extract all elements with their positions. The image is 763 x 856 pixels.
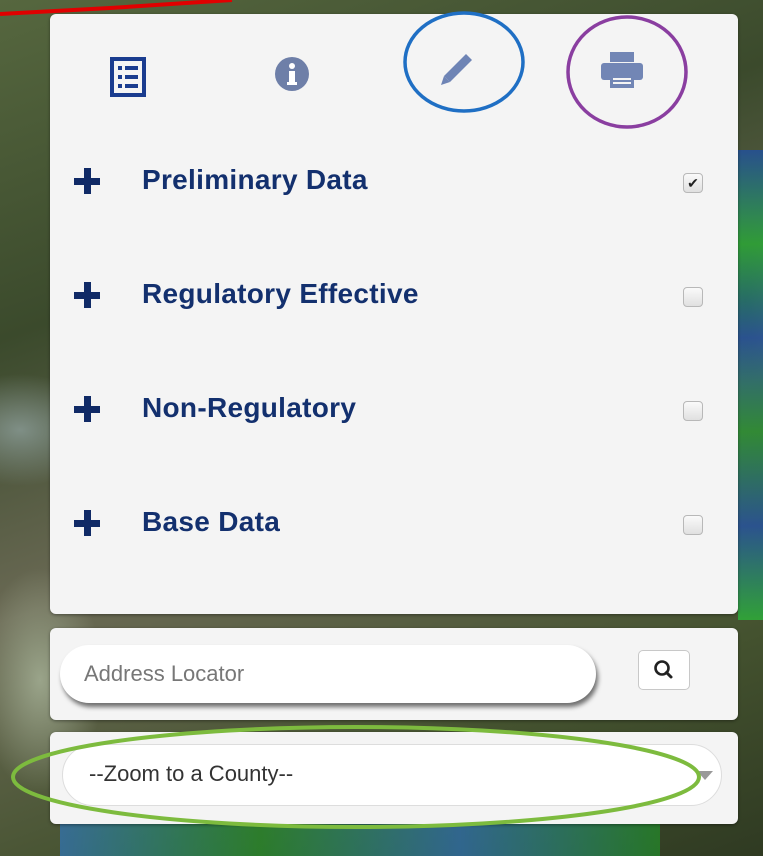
zoom-to-county-select[interactable]: --Zoom to a County-- bbox=[62, 744, 722, 806]
layer-row-base-data[interactable]: Base Data bbox=[50, 500, 738, 540]
layer-checkbox[interactable]: ✔ bbox=[683, 173, 703, 193]
layer-checkbox[interactable] bbox=[683, 401, 703, 421]
list-icon[interactable] bbox=[106, 52, 150, 102]
layer-checkbox[interactable] bbox=[683, 287, 703, 307]
layer-label[interactable]: Regulatory Effective bbox=[142, 278, 419, 310]
expand-plus-icon[interactable] bbox=[74, 510, 100, 536]
layer-label[interactable]: Non-Regulatory bbox=[142, 392, 356, 424]
search-button[interactable] bbox=[638, 650, 690, 690]
search-icon bbox=[654, 660, 673, 679]
expand-plus-icon[interactable] bbox=[74, 396, 100, 422]
layer-label[interactable]: Base Data bbox=[142, 506, 280, 538]
pencil-icon[interactable] bbox=[432, 46, 480, 94]
layer-checkbox[interactable] bbox=[683, 515, 703, 535]
address-search-panel bbox=[50, 628, 738, 720]
layer-panel: Preliminary Data ✔ Regulatory Effective … bbox=[50, 14, 738, 614]
info-icon[interactable] bbox=[272, 54, 312, 94]
expand-plus-icon[interactable] bbox=[74, 168, 100, 194]
layer-row-non-regulatory[interactable]: Non-Regulatory bbox=[50, 386, 738, 426]
layer-row-regulatory-effective[interactable]: Regulatory Effective bbox=[50, 272, 738, 312]
floodplain-overlay bbox=[738, 150, 763, 620]
floodplain-overlay-bottom bbox=[60, 822, 660, 856]
layer-row-preliminary-data[interactable]: Preliminary Data ✔ bbox=[50, 158, 738, 198]
county-panel: --Zoom to a County-- bbox=[50, 732, 738, 824]
layer-label[interactable]: Preliminary Data bbox=[142, 164, 368, 196]
printer-icon[interactable] bbox=[596, 46, 648, 94]
address-locator-input[interactable] bbox=[60, 645, 596, 703]
expand-plus-icon[interactable] bbox=[74, 282, 100, 308]
chevron-down-icon[interactable] bbox=[697, 771, 713, 780]
county-select-value: --Zoom to a County-- bbox=[89, 761, 294, 786]
